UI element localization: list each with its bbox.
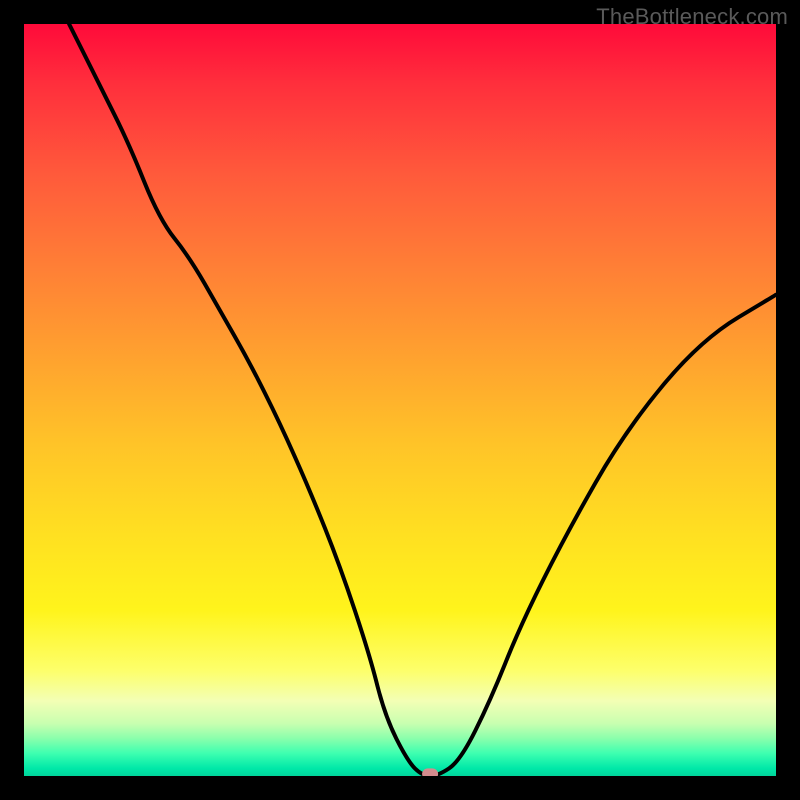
plot-svg xyxy=(24,24,776,776)
bottleneck-curve xyxy=(69,24,776,776)
watermark-text: TheBottleneck.com xyxy=(596,4,788,30)
plot-frame xyxy=(24,24,776,776)
minimum-marker xyxy=(422,768,438,776)
chart-stage: TheBottleneck.com xyxy=(0,0,800,800)
